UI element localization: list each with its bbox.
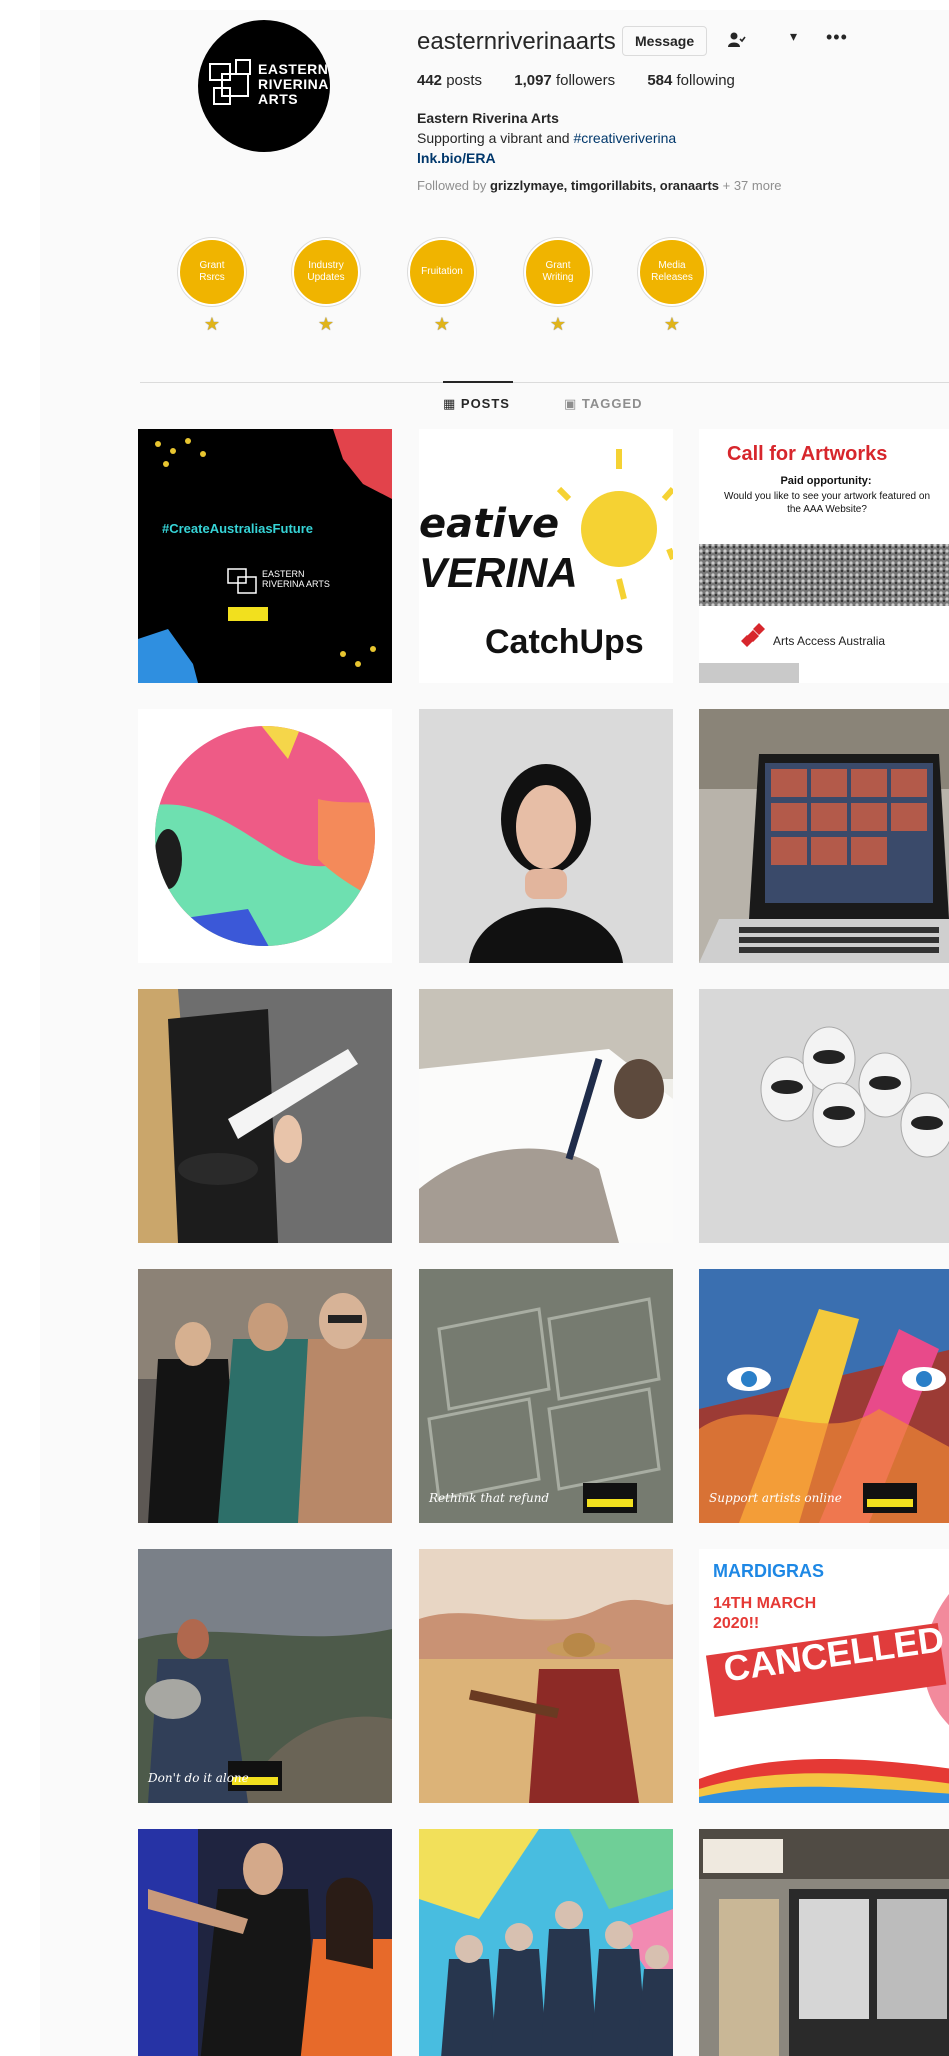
- followed-by[interactable]: Followed by grizzlymaye, timgorillabits,…: [417, 178, 782, 193]
- post-title-line2: VERINA: [419, 549, 578, 596]
- highlight-cover: Grant Rsrcs: [178, 238, 246, 306]
- post-image: [419, 1549, 673, 1803]
- post-image: [469, 764, 623, 963]
- highlight-cover: Industry Updates: [292, 238, 360, 306]
- post-caption: Don't do it alone: [148, 1771, 249, 1785]
- avatar-logo-text: EASTERN RIVERINA ARTS: [258, 61, 329, 107]
- post-image: [138, 1269, 392, 1523]
- highlight-1[interactable]: Grant Rsrcs ★: [178, 238, 246, 335]
- post-event-year: 2020!!: [713, 1615, 760, 1632]
- highlight-5[interactable]: Media Releases ★: [638, 238, 706, 335]
- followers-count[interactable]: 1,097 followers: [514, 72, 615, 89]
- post-call-footer: Arts Access Australia: [773, 634, 886, 648]
- post-tile-17[interactable]: [419, 1829, 673, 2056]
- post-tile-10[interactable]: [138, 1269, 392, 1523]
- person-check-icon[interactable]: [724, 30, 748, 54]
- tabs-divider: [140, 382, 949, 383]
- highlight-2[interactable]: Industry Updates ★: [292, 238, 360, 335]
- message-button[interactable]: Message: [622, 26, 708, 56]
- post-tile-16[interactable]: [138, 1829, 392, 2056]
- post-tile-18[interactable]: [699, 1829, 949, 2056]
- post-image: [699, 989, 949, 1243]
- post-event-title: MARDIGRAS: [713, 1561, 824, 1581]
- more-horizontal-icon[interactable]: •••: [826, 27, 848, 48]
- profile-avatar[interactable]: EASTERN RIVERINA ARTS: [198, 20, 330, 152]
- highlight-cover: Grant Writing: [524, 238, 592, 306]
- post-tile-8[interactable]: [419, 989, 673, 1243]
- post-image: [138, 1829, 392, 2056]
- post-image: [699, 709, 949, 963]
- post-image: [138, 989, 392, 1243]
- bio-hashtag[interactable]: #creativeriverina: [573, 130, 676, 146]
- post-hashtag-text: #CreateAustraliasFuture: [162, 521, 313, 536]
- post-tile-5[interactable]: [419, 709, 673, 963]
- star-icon: ★: [663, 314, 681, 334]
- tab-active-indicator: [443, 381, 513, 383]
- post-tile-9[interactable]: [699, 989, 949, 1243]
- post-image: [155, 726, 375, 946]
- post-image: [699, 1829, 949, 2056]
- profile-username: easternriverinaarts: [417, 28, 616, 55]
- tab-posts[interactable]: ▦ POSTS: [443, 396, 510, 412]
- post-tile-11[interactable]: Rethink that refund: [419, 1269, 673, 1523]
- post-tile-13[interactable]: Don't do it alone: [138, 1549, 392, 1803]
- post-image: [138, 429, 392, 683]
- post-title-line1: eative: [419, 501, 560, 547]
- post-tile-14[interactable]: [419, 1549, 673, 1803]
- profile-stats: 442 posts 1,097 followers 584 following: [417, 72, 763, 89]
- post-tile-2[interactable]: eative VERINA CatchUps: [419, 429, 673, 683]
- post-event-date: 14TH MARCH: [713, 1595, 817, 1612]
- highlight-cover: Media Releases: [638, 238, 706, 306]
- highlight-3[interactable]: Fruitation ★: [408, 238, 476, 335]
- star-icon: ★: [549, 314, 567, 334]
- bio-link[interactable]: lnk.bio/ERA: [417, 148, 676, 168]
- post-image: [699, 1269, 949, 1523]
- post-image: [419, 1269, 673, 1523]
- following-count[interactable]: 584 following: [647, 72, 735, 89]
- post-tile-7[interactable]: [138, 989, 392, 1243]
- star-icon: ★: [317, 314, 335, 334]
- post-image: [419, 989, 673, 1243]
- star-icon: ★: [433, 314, 451, 334]
- chevron-down-icon[interactable]: ▾: [790, 28, 797, 45]
- post-title-line3: CatchUps: [485, 623, 644, 661]
- post-tile-15[interactable]: MARDIGRAS 14TH MARCH 2020!! CANCELLED: [699, 1549, 949, 1803]
- bio-text: Supporting a vibrant and #creativeriveri…: [417, 130, 677, 146]
- post-tile-1[interactable]: #CreateAustraliasFuture EASTERN RIVERINA…: [138, 429, 392, 683]
- post-tile-12[interactable]: Support artists online: [699, 1269, 949, 1523]
- highlight-cover: Fruitation: [408, 238, 476, 306]
- highlight-4[interactable]: Grant Writing ★: [524, 238, 592, 335]
- profile-bio: Eastern Riverina Arts Supporting a vibra…: [417, 108, 676, 168]
- tab-tagged[interactable]: ▣ TAGGED: [564, 396, 643, 412]
- post-caption: Rethink that refund: [429, 1491, 550, 1505]
- post-image: [138, 1549, 392, 1803]
- post-logo-text: EASTERN RIVERINA ARTS: [262, 569, 330, 589]
- post-caption: Support artists online: [709, 1491, 842, 1505]
- post-image: [419, 1829, 673, 2056]
- post-tile-3[interactable]: Call for Artworks Paid opportunity: Woul…: [699, 429, 949, 683]
- post-tile-6[interactable]: [699, 709, 949, 963]
- posts-count: 442 posts: [417, 72, 483, 89]
- post-tile-4[interactable]: [138, 709, 392, 963]
- profile-full-name: Eastern Riverina Arts: [417, 110, 559, 126]
- star-icon: ★: [203, 314, 221, 334]
